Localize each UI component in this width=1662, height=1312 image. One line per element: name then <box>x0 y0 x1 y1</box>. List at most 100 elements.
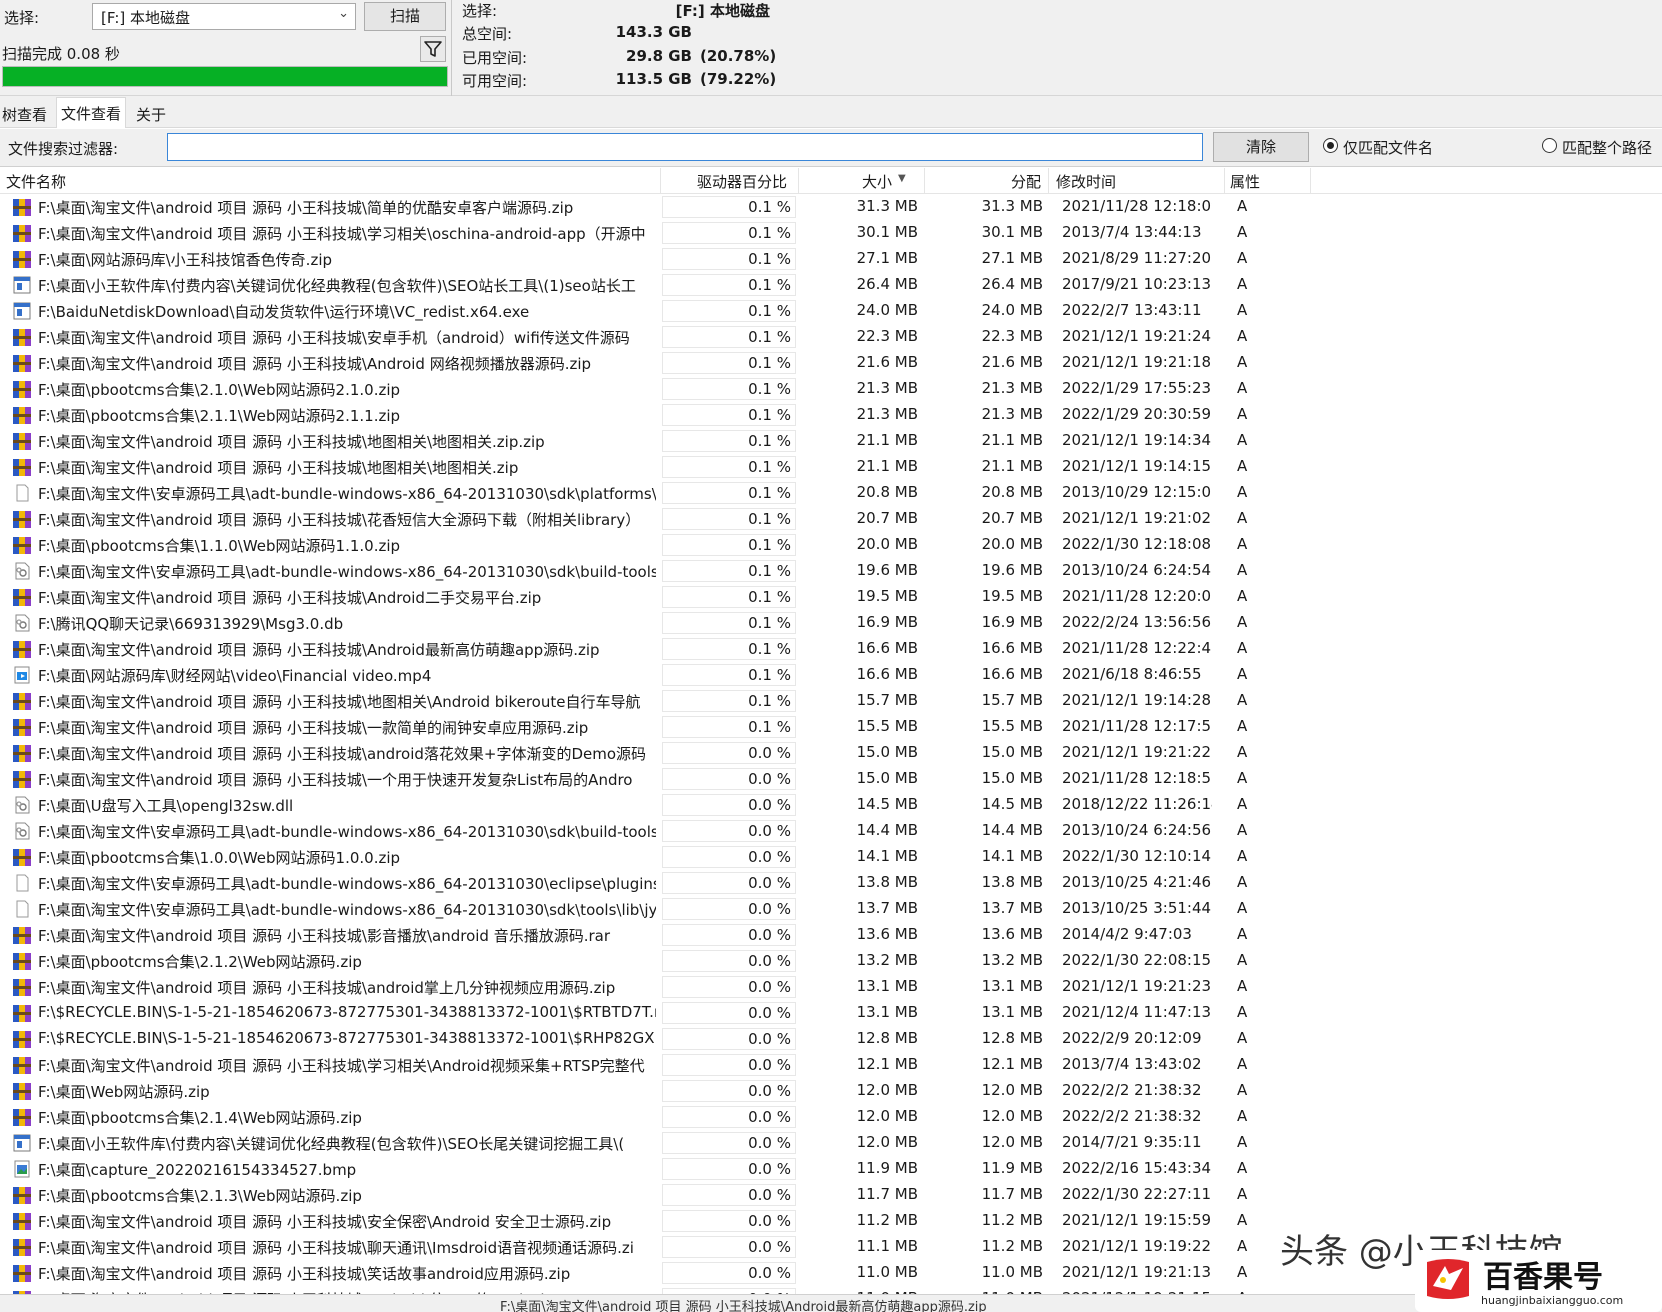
column-divider[interactable] <box>1310 168 1311 194</box>
table-row[interactable]: F:\桌面\淘宝文件\android 项目 源码 小王科技城\Android 仿… <box>0 1286 1662 1294</box>
column-divider[interactable] <box>1224 168 1225 194</box>
table-row[interactable]: F:\桌面\淘宝文件\android 项目 源码 小王科技城\android掌上… <box>0 974 1662 1000</box>
archive-file-icon <box>13 537 31 554</box>
modified-time-cell: 2021/12/1 19:14:28 <box>1062 691 1212 709</box>
table-row[interactable]: F:\桌面\淘宝文件\安卓源码工具\adt-bundle-windows-x86… <box>0 558 1662 584</box>
table-row[interactable]: F:\桌面\小王软件库\付费内容\关键词优化经典教程(包含软件)\SEO站长工具… <box>0 272 1662 298</box>
table-row[interactable]: F:\桌面\pbootcms合集\2.1.4\Web网站源码.zip 0.0 % 1… <box>0 1104 1662 1130</box>
alloc-size-cell: 20.0 MB <box>981 535 1043 553</box>
attributes-cell: A <box>1237 1029 1248 1047</box>
radio-filename-label[interactable]: 仅匹配文件名 <box>1343 137 1433 158</box>
file-size-cell: 15.7 MB <box>856 691 918 709</box>
table-row[interactable]: F:\桌面\淘宝文件\android 项目 源码 小王科技城\一个用于快速开发复… <box>0 766 1662 792</box>
table-row[interactable]: F:\桌面\淘宝文件\android 项目 源码 小王科技城\花香短信大全源码下… <box>0 506 1662 532</box>
attributes-cell: A <box>1237 327 1248 345</box>
tab-about[interactable]: 关于 <box>134 100 168 127</box>
table-row[interactable]: F:\桌面\淘宝文件\android 项目 源码 小王科技城\Android最新… <box>0 636 1662 662</box>
table-row[interactable]: F:\腾讯QQ聊天记录\669313929\Msg3.0.db 0.1 % 16.9… <box>0 610 1662 636</box>
table-row[interactable]: F:\桌面\淘宝文件\安卓源码工具\adt-bundle-windows-x86… <box>0 896 1662 922</box>
table-row[interactable]: F:\桌面\淘宝文件\android 项目 源码 小王科技城\Android二手… <box>0 584 1662 610</box>
table-row[interactable]: F:\桌面\淘宝文件\android 项目 源码 小王科技城\android落花… <box>0 740 1662 766</box>
file-table: 文件名称 驱动器百分比 大小 ▼ 分配 修改时间 属性 F:\桌面\淘宝文件\a… <box>0 168 1662 1294</box>
column-header-name[interactable]: 文件名称 <box>6 171 66 192</box>
radio-filename-only[interactable] <box>1323 138 1338 153</box>
table-row[interactable]: F:\桌面\pbootcms合集\1.1.0\Web网站源码1.1.0.zip 0… <box>0 532 1662 558</box>
filter-button[interactable] <box>420 36 446 62</box>
modified-time-cell: 2021/12/1 19:21:23 <box>1062 977 1212 995</box>
archive-file-icon <box>13 225 31 242</box>
modified-time-cell: 2014/4/2 9:47:03 <box>1062 925 1192 943</box>
table-row[interactable]: F:\桌面\淘宝文件\android 项目 源码 小王科技城\学习相关\Andr… <box>0 1052 1662 1078</box>
modified-time-cell: 2021/12/1 19:15:59 <box>1062 1211 1212 1229</box>
archive-file-icon <box>13 1005 31 1022</box>
column-divider[interactable] <box>660 168 661 194</box>
column-divider[interactable] <box>924 168 925 194</box>
table-row[interactable]: F:\桌面\淘宝文件\安卓源码工具\adt-bundle-windows-x86… <box>0 818 1662 844</box>
table-row[interactable]: F:\桌面\淘宝文件\android 项目 源码 小王科技城\地图相关\地图相关… <box>0 454 1662 480</box>
table-row[interactable]: F:\桌面\淘宝文件\android 项目 源码 小王科技城\安卓手机（andr… <box>0 324 1662 350</box>
drive-select[interactable]: [F:] 本地磁盘 ⌄ <box>92 3 356 30</box>
alloc-size-cell: 11.0 MB <box>981 1263 1043 1281</box>
alloc-size-cell: 24.0 MB <box>981 301 1043 319</box>
archive-file-icon <box>13 953 31 970</box>
scan-controls: 选择: [F:] 本地磁盘 ⌄ 扫描 扫描完成 0.08 秒 <box>0 0 452 96</box>
archive-file-icon <box>13 433 31 450</box>
modified-time-cell: 2022/1/30 22:27:11 <box>1062 1185 1212 1203</box>
file-size-cell: 13.1 MB <box>856 1003 918 1021</box>
modified-time-cell: 2021/11/28 12:18:09 <box>1062 197 1212 215</box>
table-row[interactable]: F:\桌面\pbootcms合集\2.1.0\Web网站源码2.1.0.zip 0… <box>0 376 1662 402</box>
tab-file-view[interactable]: 文件查看 <box>56 97 127 128</box>
table-row[interactable]: F:\桌面\淘宝文件\android 项目 源码 小王科技城\地图相关\Andr… <box>0 688 1662 714</box>
table-row[interactable]: F:\桌面\pbootcms合集\1.0.0\Web网站源码1.0.0.zip 0… <box>0 844 1662 870</box>
table-row[interactable]: F:\桌面\淘宝文件\android 项目 源码 小王科技城\学习相关\osch… <box>0 220 1662 246</box>
used-space-value: 29.8 GB <box>626 47 692 65</box>
table-row[interactable]: F:\桌面\小王软件库\付费内容\关键词优化经典教程(包含软件)\SEO长尾关键… <box>0 1130 1662 1156</box>
table-row[interactable]: F:\桌面\网站源码库\财经网站\video\Financial video.m… <box>0 662 1662 688</box>
file-size-cell: 11.1 MB <box>856 1237 918 1255</box>
table-row[interactable]: F:\桌面\U盘写入工具\opengl32sw.dll 0.0 % 14.5 MB 1… <box>0 792 1662 818</box>
scan-button[interactable]: 扫描 <box>364 2 446 31</box>
table-row[interactable]: F:\桌面\Web网站源码.zip 0.0 % 12.0 MB 12.0 MB 2022… <box>0 1078 1662 1104</box>
column-divider[interactable] <box>798 168 799 194</box>
attributes-cell: A <box>1237 275 1248 293</box>
table-row[interactable]: F:\桌面\淘宝文件\android 项目 源码 小王科技城\Android 网… <box>0 350 1662 376</box>
table-row[interactable]: F:\BaiduNetdiskDownload\自动发货软件\运行环境\VC_r… <box>0 298 1662 324</box>
column-header-percent[interactable]: 驱动器百分比 <box>697 171 787 192</box>
radio-full-path[interactable] <box>1542 138 1557 153</box>
column-header-attr[interactable]: 属性 <box>1230 171 1260 192</box>
table-row[interactable]: F:\桌面\pbootcms合集\2.1.1\Web网站源码2.1.1.zip 0… <box>0 402 1662 428</box>
table-row[interactable]: F:\$RECYCLE.BIN\S-1-5-21-1854620673-8727… <box>0 1026 1662 1052</box>
file-name-cell: F:\桌面\小王软件库\付费内容\关键词优化经典教程(包含软件)\SEO站长工具… <box>38 277 636 295</box>
table-row[interactable]: F:\桌面\淘宝文件\安卓源码工具\adt-bundle-windows-x86… <box>0 480 1662 506</box>
table-row[interactable]: F:\桌面\淘宝文件\android 项目 源码 小王科技城\影音播放\andr… <box>0 922 1662 948</box>
archive-file-icon <box>13 355 31 372</box>
table-row[interactable]: F:\桌面\淘宝文件\android 项目 源码 小王科技城\地图相关\地图相关… <box>0 428 1662 454</box>
table-header: 文件名称 驱动器百分比 大小 ▼ 分配 修改时间 属性 <box>0 168 1662 194</box>
table-row[interactable]: F:\桌面\pbootcms合集\2.1.3\Web网站源码.zip 0.0 % 1… <box>0 1182 1662 1208</box>
drive-percent-cell: 0.1 % <box>662 638 796 660</box>
table-row[interactable]: F:\桌面\capture_20220216154334527.bmp 0.0 %… <box>0 1156 1662 1182</box>
column-divider[interactable] <box>1048 168 1049 194</box>
file-name-cell: F:\BaiduNetdiskDownload\自动发货软件\运行环境\VC_r… <box>38 303 530 321</box>
attributes-cell: A <box>1237 769 1248 787</box>
table-row[interactable]: F:\桌面\pbootcms合集\2.1.2\Web网站源码.zip 0.0 % 1… <box>0 948 1662 974</box>
table-row[interactable]: F:\桌面\淘宝文件\android 项目 源码 小王科技城\一款简单的闹钟安卓… <box>0 714 1662 740</box>
tab-tree-view[interactable]: 树查看 <box>0 100 49 127</box>
executable-file-icon <box>13 1134 31 1152</box>
table-row[interactable]: F:\桌面\淘宝文件\android 项目 源码 小王科技城\简单的优酷安卓客户… <box>0 194 1662 220</box>
file-name-cell: F:\桌面\淘宝文件\android 项目 源码 小王科技城\聊天通讯\Imsd… <box>38 1239 634 1257</box>
column-header-alloc[interactable]: 分配 <box>1011 171 1041 192</box>
column-header-size[interactable]: 大小 <box>862 171 892 192</box>
scan-progress-fill <box>3 67 447 86</box>
attributes-cell: A <box>1237 483 1248 501</box>
archive-file-icon <box>13 693 31 710</box>
radio-full-path-label[interactable]: 匹配整个路径 <box>1562 137 1652 158</box>
drive-percent-cell: 0.0 % <box>662 1106 796 1128</box>
table-row[interactable]: F:\桌面\网站源码库\小王科技馆香色传奇.zip 0.1 % 27.1 MB 27.… <box>0 246 1662 272</box>
table-row[interactable]: F:\桌面\淘宝文件\安卓源码工具\adt-bundle-windows-x86… <box>0 870 1662 896</box>
table-row[interactable]: F:\$RECYCLE.BIN\S-1-5-21-1854620673-8727… <box>0 1000 1662 1026</box>
file-search-input[interactable] <box>167 133 1203 161</box>
file-name-cell: F:\桌面\淘宝文件\android 项目 源码 小王科技城\影音播放\andr… <box>38 927 611 945</box>
clear-button[interactable]: 清除 <box>1213 132 1309 162</box>
column-header-mtime[interactable]: 修改时间 <box>1056 171 1116 192</box>
